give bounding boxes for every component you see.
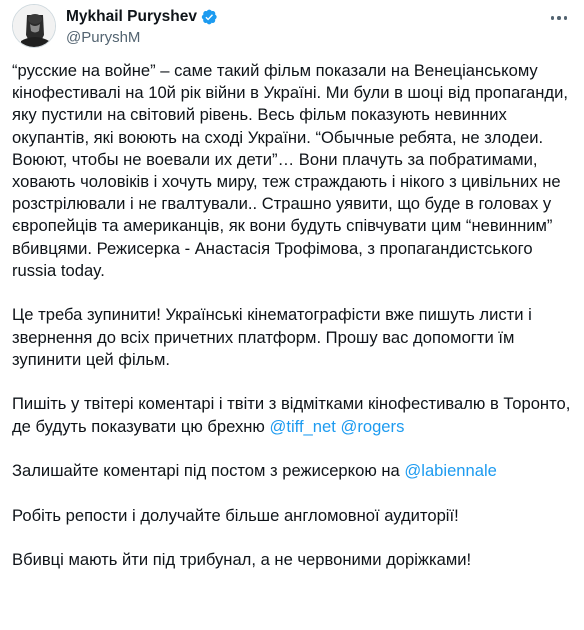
paragraph-5: Робіть репости і долучайте більше англом…	[12, 505, 459, 525]
paragraph-4-text: Залишайте коментарі під постом з режисер…	[12, 461, 405, 481]
avatar-photo-icon	[13, 5, 55, 47]
avatar[interactable]	[12, 4, 56, 48]
paragraph-2: Це треба зупинити! Українські кінематогр…	[12, 305, 532, 369]
dot-icon	[563, 16, 568, 20]
author-display-name[interactable]: Mykhail Puryshev	[66, 7, 197, 27]
author-names: Mykhail Puryshev @PuryshM	[66, 7, 218, 48]
mention-tiff-net[interactable]: @tiff_net	[270, 417, 336, 436]
paragraph-3: Пишіть у твітері коментарі і твіти з від…	[12, 393, 574, 437]
tweet-header: Mykhail Puryshev @PuryshM	[12, 4, 572, 50]
tweet-text: “русские на войне” – саме такий фільм по…	[12, 60, 574, 572]
paragraph-4: Залишайте коментарі під постом з режисер…	[12, 460, 574, 482]
mention-rogers[interactable]: @rogers	[340, 417, 404, 436]
paragraph-6: Вбивці мають йти під трибунал, а не черв…	[12, 550, 472, 570]
dot-icon	[550, 16, 555, 20]
paragraph-1: “русские на войне” – саме такий фільм по…	[12, 60, 574, 282]
more-options-icon[interactable]	[546, 8, 572, 28]
verified-badge-icon	[201, 9, 217, 25]
author-handle[interactable]: @PuryshM	[66, 28, 218, 48]
dot-icon	[557, 16, 561, 20]
mention-labiennale[interactable]: @labiennale	[404, 461, 497, 480]
